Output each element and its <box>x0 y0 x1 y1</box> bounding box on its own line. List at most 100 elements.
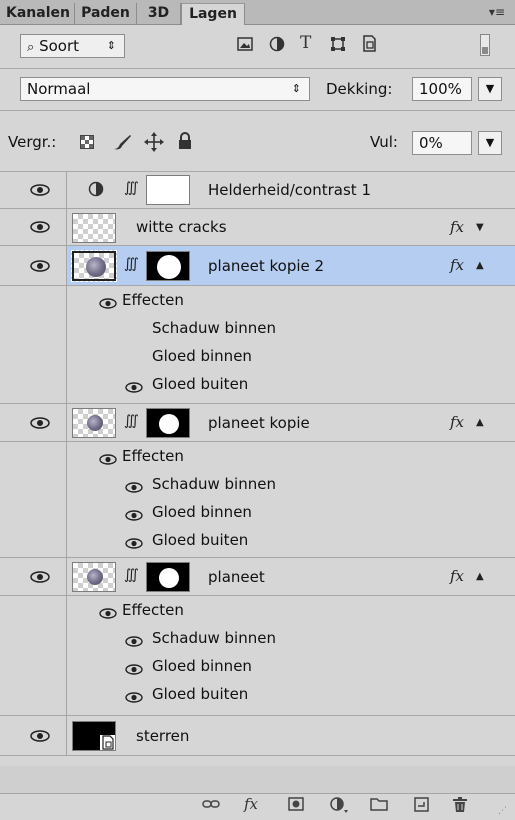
layer-row-planeet-kopie[interactable]: ∭ planeet kopie fx ▲ <box>0 404 515 442</box>
effect-item[interactable]: Gloed buiten <box>152 531 248 549</box>
eye-icon[interactable] <box>99 295 117 309</box>
filter-toggle-icon[interactable] <box>480 34 490 60</box>
fill-dropdown-button[interactable]: ▼ <box>478 131 502 155</box>
layer-mask-thumbnail[interactable] <box>146 251 190 281</box>
expand-effects-icon[interactable]: ▼ <box>476 222 484 233</box>
opacity-dropdown-button[interactable]: ▼ <box>478 77 502 101</box>
effects-label[interactable]: Effecten <box>122 447 184 465</box>
add-mask-icon[interactable] <box>288 797 304 815</box>
opacity-input[interactable]: 100% <box>412 77 472 101</box>
effect-item[interactable]: Schaduw binnen <box>152 319 276 337</box>
new-adjustment-icon[interactable] <box>330 797 348 817</box>
effect-item[interactable]: Gloed buiten <box>152 375 248 393</box>
effect-item[interactable]: Gloed binnen <box>152 347 252 365</box>
lock-all-icon[interactable] <box>178 132 192 154</box>
layer-name[interactable]: witte cracks <box>136 218 227 236</box>
search-icon: ⌕ <box>27 40 35 55</box>
fx-icon[interactable]: fx <box>450 413 464 431</box>
new-group-icon[interactable] <box>370 797 388 815</box>
effects-label[interactable]: Effecten <box>122 601 184 619</box>
collapse-effects-icon[interactable]: ▲ <box>476 260 484 271</box>
blend-mode-value: Normaal <box>27 80 91 98</box>
layer-mask-thumbnail[interactable] <box>146 408 190 438</box>
eye-icon[interactable] <box>30 184 50 196</box>
eye-icon[interactable] <box>30 730 50 742</box>
collapse-effects-icon[interactable]: ▲ <box>476 571 484 582</box>
delete-layer-icon[interactable] <box>452 797 468 817</box>
lock-row: Vergr.: Vul: 0% ▼ <box>0 111 515 172</box>
type-filter-icon[interactable]: T <box>300 33 311 53</box>
eye-icon[interactable] <box>125 379 143 393</box>
new-layer-icon[interactable] <box>414 797 430 817</box>
layer-thumbnail[interactable] <box>72 213 116 243</box>
panel-menu-icon[interactable]: ▾≡ <box>489 5 505 19</box>
lock-position-icon[interactable] <box>144 132 164 156</box>
layer-row-helderheid-contrast[interactable]: ∭ Helderheid/contrast 1 <box>0 172 515 209</box>
adjustment-filter-icon[interactable] <box>269 36 285 56</box>
fx-icon[interactable]: fx <box>450 256 464 274</box>
layer-thumbnail[interactable] <box>71 250 117 282</box>
image-filter-icon[interactable] <box>237 37 253 55</box>
tab-kanalen[interactable]: Kanalen <box>0 3 75 24</box>
effect-item[interactable]: Gloed buiten <box>152 685 248 703</box>
resize-grip-icon[interactable]: ⋰ <box>498 806 507 816</box>
eye-icon[interactable] <box>125 661 143 675</box>
layer-name[interactable]: Helderheid/contrast 1 <box>208 181 371 199</box>
eye-icon[interactable] <box>125 633 143 647</box>
layer-name[interactable]: planeet kopie 2 <box>208 257 324 275</box>
filter-kind-select[interactable]: ⌕ Soort ⇕ <box>20 34 125 58</box>
tab-3d[interactable]: 3D <box>137 3 181 24</box>
eye-icon[interactable] <box>125 479 143 493</box>
eye-icon[interactable] <box>125 507 143 521</box>
blend-mode-select[interactable]: Normaal ⇕ <box>20 77 310 101</box>
layer-thumbnail[interactable] <box>72 408 116 438</box>
smart-object-filter-icon[interactable] <box>361 35 377 56</box>
effect-item[interactable]: Gloed binnen <box>152 657 252 675</box>
effect-item[interactable]: Schaduw binnen <box>152 629 276 647</box>
layer-row-sterren[interactable]: sterren <box>0 716 515 756</box>
adjustment-mask-thumbnail[interactable] <box>146 175 190 205</box>
eye-icon[interactable] <box>30 260 50 272</box>
eye-icon[interactable] <box>30 571 50 583</box>
adjustment-layer-icon <box>88 181 104 201</box>
link-icon[interactable]: ∭ <box>124 413 139 429</box>
eye-icon[interactable] <box>125 535 143 549</box>
effect-item[interactable]: Schaduw binnen <box>152 475 276 493</box>
eye-icon[interactable] <box>30 417 50 429</box>
eye-icon[interactable] <box>30 221 50 233</box>
blend-row: Normaal ⇕ Dekking: 100% ▼ <box>0 69 515 111</box>
visibility-column <box>0 596 67 715</box>
lock-transparent-icon[interactable] <box>80 135 94 153</box>
planet-thumbnail-image <box>87 415 103 431</box>
tab-lagen[interactable]: Lagen <box>181 3 245 25</box>
link-layers-icon[interactable] <box>202 797 220 815</box>
eye-icon[interactable] <box>125 689 143 703</box>
layer-thumbnail[interactable] <box>72 562 116 592</box>
fill-input[interactable]: 0% <box>412 131 472 155</box>
shape-filter-icon[interactable] <box>330 36 346 56</box>
layer-mask-thumbnail[interactable] <box>146 562 190 592</box>
layer-row-planeet-kopie-2[interactable]: ∭ planeet kopie 2 fx ▲ <box>0 246 515 286</box>
effect-item[interactable]: Gloed binnen <box>152 503 252 521</box>
layer-row-planeet[interactable]: ∭ planeet fx ▲ <box>0 558 515 596</box>
link-icon[interactable]: ∭ <box>124 180 139 196</box>
eye-icon[interactable] <box>99 451 117 465</box>
fx-icon[interactable]: fx <box>450 567 464 585</box>
effects-group: Effecten Schaduw binnen Gloed binnen Glo… <box>0 286 515 404</box>
layer-row-witte-cracks[interactable]: witte cracks fx ▼ <box>0 209 515 246</box>
layers-panel: Kanalen Paden 3D Lagen ▾≡ ⌕ Soort ⇕ T No… <box>0 0 515 820</box>
link-icon[interactable]: ∭ <box>124 567 139 583</box>
tab-paden[interactable]: Paden <box>75 3 137 24</box>
effects-label[interactable]: Effecten <box>122 291 184 309</box>
smart-object-badge-icon <box>100 735 115 750</box>
collapse-effects-icon[interactable]: ▲ <box>476 417 484 428</box>
layer-name[interactable]: sterren <box>136 727 189 745</box>
eye-icon[interactable] <box>99 605 117 619</box>
lock-paint-icon[interactable] <box>112 133 132 155</box>
layer-thumbnail[interactable] <box>72 721 116 751</box>
fx-icon[interactable]: fx <box>450 218 464 236</box>
add-style-icon[interactable]: fx <box>244 795 258 813</box>
link-icon[interactable]: ∭ <box>124 256 139 272</box>
layer-name[interactable]: planeet kopie <box>208 414 310 432</box>
layer-name[interactable]: planeet <box>208 568 265 586</box>
